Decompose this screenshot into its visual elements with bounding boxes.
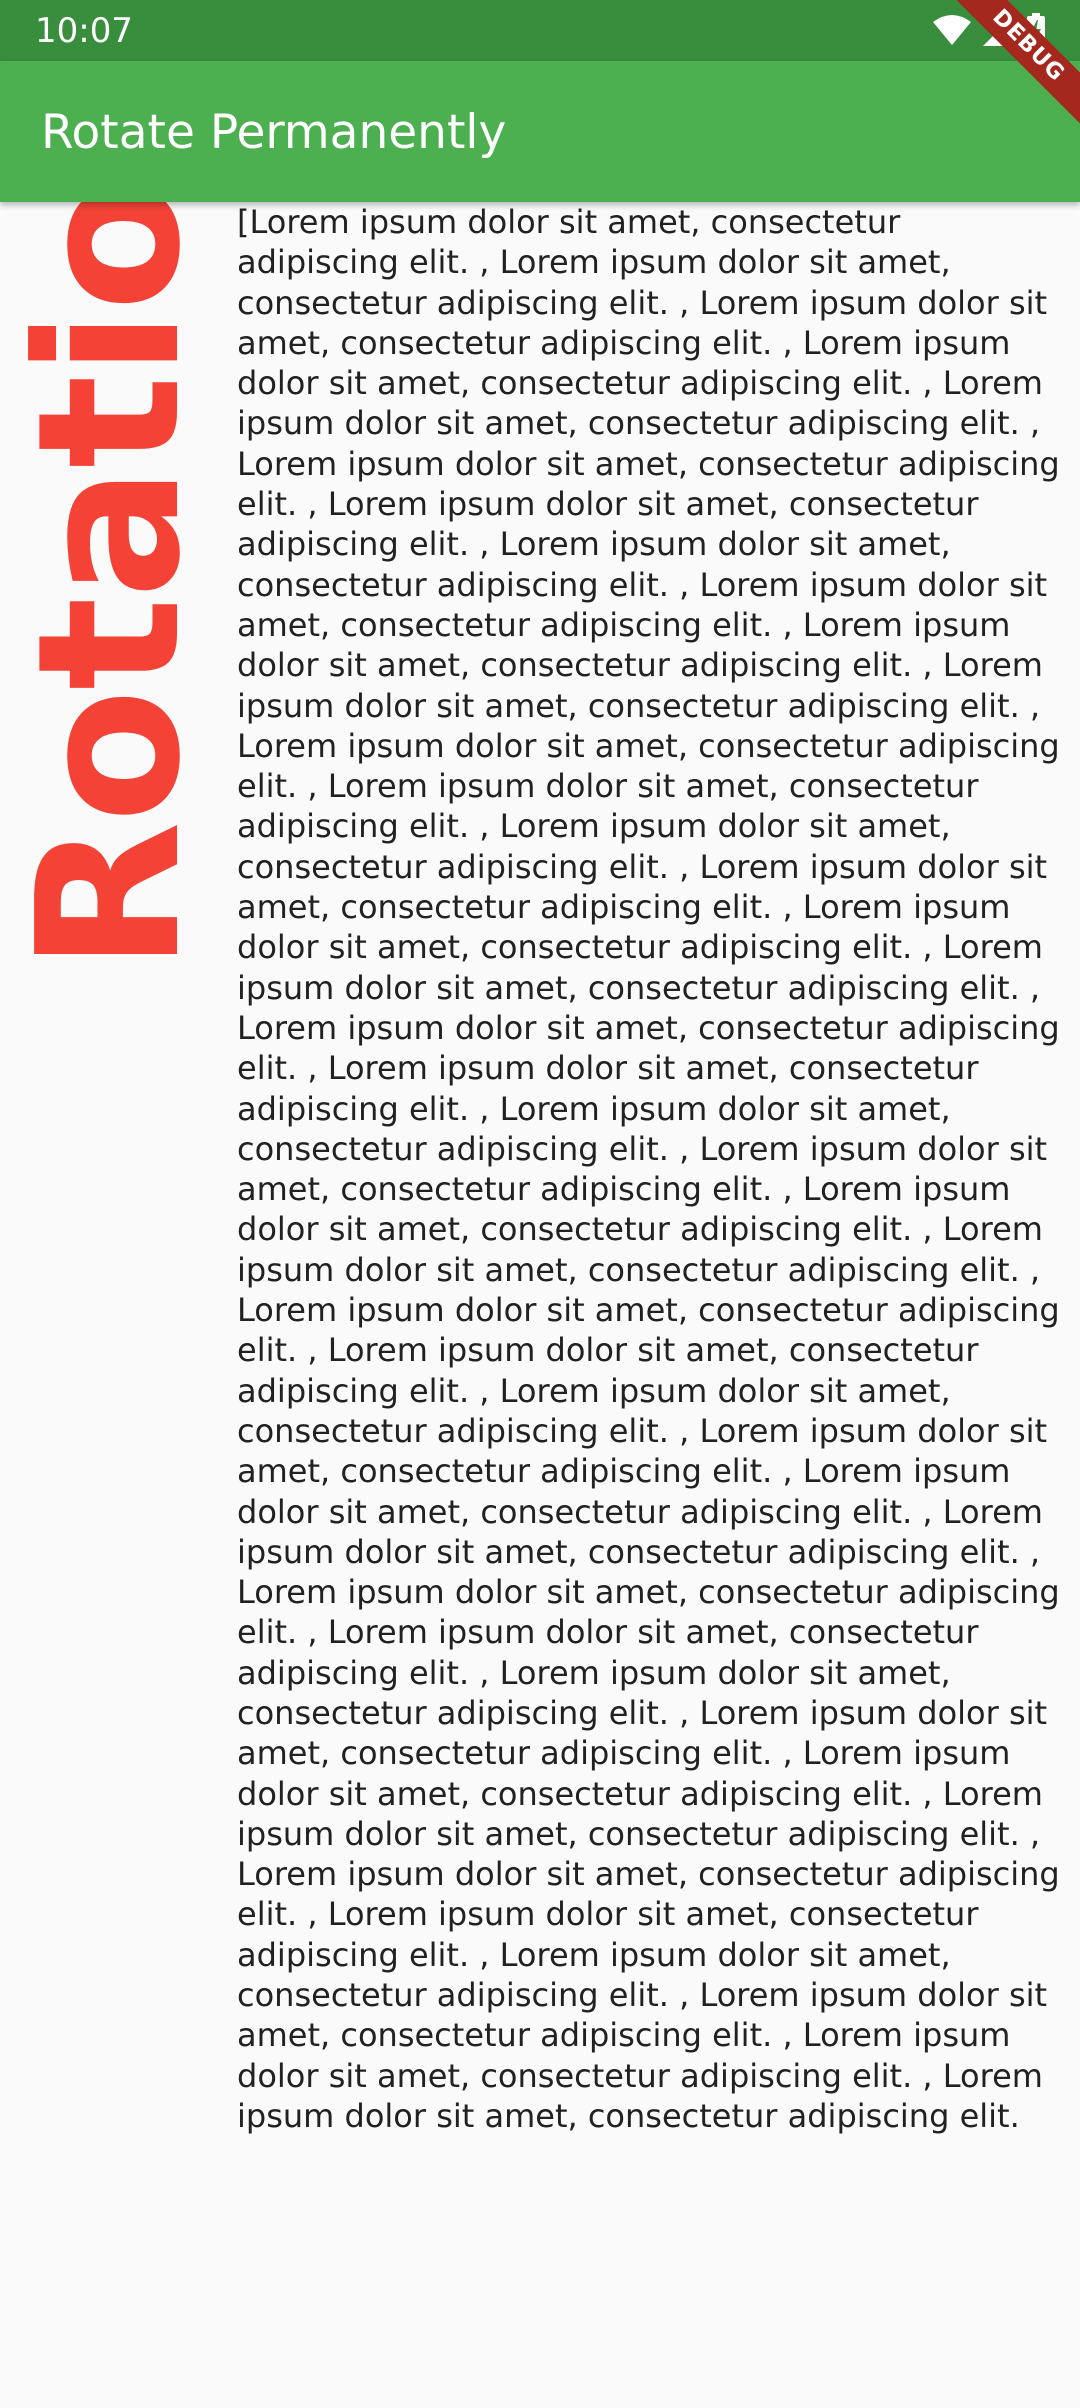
battery-charging-icon [1026,13,1046,47]
body-text: [Lorem ipsum dolor sit amet, consectetur… [237,203,1060,2135]
cell-signal-icon [982,13,1016,47]
rotated-label: Rotation [0,202,224,972]
app-bar-title: Rotate Permanently [41,105,507,160]
status-icons [932,12,1046,48]
rotated-label-container: Rotation [0,202,224,982]
status-bar: 10:07 [0,0,1080,61]
wifi-icon [932,14,972,46]
status-time: 10:07 [35,11,133,51]
content-area[interactable]: Rotation [Lorem ipsum dolor sit amet, co… [0,202,1080,2408]
app-bar: Rotate Permanently [0,61,1080,202]
